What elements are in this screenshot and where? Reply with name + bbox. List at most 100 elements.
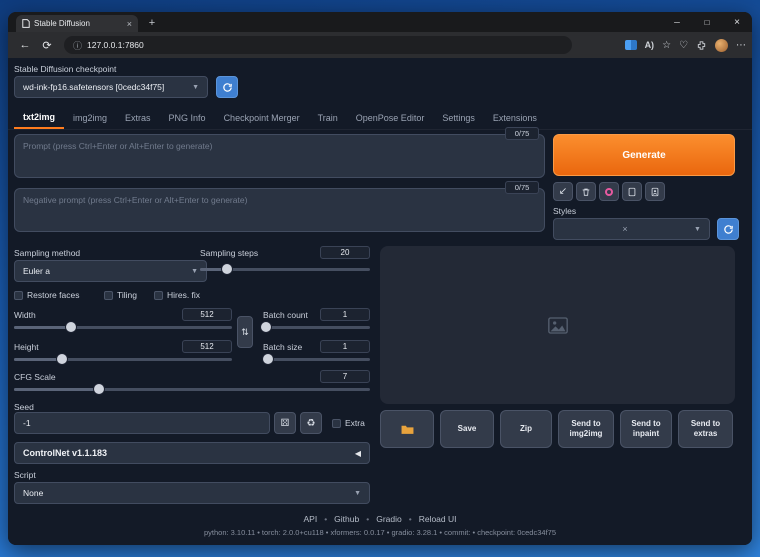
- slider-track: [14, 388, 370, 391]
- hires-fix-label: Hires. fix: [167, 290, 201, 300]
- tab-checkpoint-merger[interactable]: Checkpoint Merger: [215, 106, 309, 129]
- width-slider[interactable]: [14, 322, 232, 332]
- profile-avatar[interactable]: [715, 38, 728, 52]
- extra-seed-label: Extra: [345, 418, 365, 428]
- sampling-steps-label: Sampling steps: [200, 248, 259, 258]
- slider-thumb[interactable]: [94, 384, 105, 394]
- styles-dropdown[interactable]: × ▼: [553, 218, 710, 240]
- browser-essentials-icon[interactable]: ♡: [679, 40, 688, 51]
- paste-params-button[interactable]: ↙: [553, 182, 573, 201]
- tab-extras[interactable]: Extras: [116, 106, 160, 129]
- sampling-steps-slider[interactable]: [200, 264, 370, 274]
- script-value: None: [23, 488, 44, 498]
- apply-styles-button[interactable]: [645, 182, 665, 201]
- batch-count-label: Batch count: [263, 310, 308, 320]
- batch-size-slider[interactable]: [263, 354, 370, 364]
- width-value[interactable]: 512: [182, 308, 232, 321]
- chevron-down-icon: ▼: [694, 225, 701, 233]
- checkpoint-dropdown[interactable]: wd-ink-fp16.safetensors [0cedc34f75] ▼: [14, 76, 208, 98]
- slider-track: [263, 358, 370, 361]
- hires-fix-checkbox[interactable]: Hires. fix: [154, 290, 200, 300]
- script-dropdown[interactable]: None ▼: [14, 482, 370, 504]
- recycle-icon: ♻: [306, 417, 316, 429]
- restore-faces-checkbox[interactable]: Restore faces: [14, 290, 79, 300]
- chevron-down-icon: ▼: [192, 83, 199, 91]
- cfg-scale-value[interactable]: 7: [320, 370, 370, 383]
- version-info: python: 3.10.11 • torch: 2.0.0+cu118 • x…: [203, 528, 556, 537]
- swap-dimensions-button[interactable]: ⇅: [237, 316, 253, 348]
- main-tab-bar: txt2img img2img Extras PNG Info Checkpoi…: [8, 106, 752, 130]
- send-to-img2img-button[interactable]: Send to img2img: [558, 410, 614, 448]
- github-link[interactable]: Github: [334, 514, 359, 524]
- height-label: Height: [14, 342, 39, 352]
- save-button[interactable]: Save: [440, 410, 494, 448]
- seed-input[interactable]: -1: [14, 412, 270, 434]
- extra-networks-button[interactable]: [599, 182, 619, 201]
- height-value[interactable]: 512: [182, 340, 232, 353]
- height-slider[interactable]: [14, 354, 232, 364]
- tab-img2img[interactable]: img2img: [64, 106, 116, 129]
- batch-count-value[interactable]: 1: [320, 308, 370, 321]
- send-to-inpaint-button[interactable]: Send to inpaint: [620, 410, 672, 448]
- minimize-button[interactable]: ─: [662, 12, 692, 32]
- tab-extensions[interactable]: Extensions: [484, 106, 546, 129]
- refresh-icon: [723, 224, 733, 234]
- site-info-icon[interactable]: ⓘ: [73, 39, 82, 52]
- tab-close-icon[interactable]: ×: [127, 19, 132, 29]
- output-gallery: [380, 246, 735, 404]
- extra-seed-checkbox[interactable]: Extra: [332, 418, 365, 428]
- prompt-input[interactable]: [14, 134, 545, 178]
- batch-count-slider[interactable]: [261, 322, 370, 332]
- extensions-puzzle-icon[interactable]: [696, 40, 707, 51]
- tab-png-info[interactable]: PNG Info: [160, 106, 215, 129]
- tab-openpose-editor[interactable]: OpenPose Editor: [347, 106, 434, 129]
- gradio-link[interactable]: Gradio: [376, 514, 402, 524]
- tab-train[interactable]: Train: [309, 106, 347, 129]
- browser-tab-strip: Stable Diffusion × + ─ □ ×: [8, 12, 752, 32]
- close-button[interactable]: ×: [722, 12, 752, 32]
- controlnet-accordion[interactable]: ControlNet v1.1.183 ◀: [14, 442, 370, 464]
- generate-button[interactable]: Generate: [553, 134, 735, 176]
- save-style-button[interactable]: [622, 182, 642, 201]
- zip-button[interactable]: Zip: [500, 410, 552, 448]
- slider-thumb[interactable]: [261, 322, 272, 332]
- reuse-seed-button[interactable]: ♻: [300, 412, 322, 434]
- slider-thumb[interactable]: [56, 354, 67, 364]
- sampling-method-dropdown[interactable]: Euler a ▼: [14, 260, 207, 282]
- clear-styles-icon[interactable]: ×: [622, 224, 627, 234]
- slider-thumb[interactable]: [65, 322, 76, 332]
- read-aloud-icon[interactable]: A): [645, 40, 655, 50]
- random-seed-button[interactable]: ⚄: [274, 412, 296, 434]
- maximize-button[interactable]: □: [692, 12, 722, 32]
- footer-links: API • Github • Gradio • Reload UI: [8, 514, 752, 524]
- slider-thumb[interactable]: [222, 264, 233, 274]
- negative-prompt-input[interactable]: [14, 188, 545, 232]
- tab-txt2img[interactable]: txt2img: [14, 106, 65, 129]
- favorites-star-icon[interactable]: ☆: [662, 40, 671, 51]
- open-folder-button[interactable]: [380, 410, 434, 448]
- reload-ui-link[interactable]: Reload UI: [419, 514, 457, 524]
- api-link[interactable]: API: [303, 514, 317, 524]
- browser-tab-title: Stable Diffusion: [34, 19, 90, 28]
- controlnet-label: ControlNet v1.1.183: [23, 448, 108, 458]
- back-icon[interactable]: ←: [16, 39, 34, 51]
- tab-settings[interactable]: Settings: [433, 106, 484, 129]
- new-tab-button[interactable]: +: [144, 15, 160, 31]
- sampling-steps-value[interactable]: 20: [320, 246, 370, 259]
- address-bar[interactable]: ⓘ 127.0.0.1:7860: [64, 36, 572, 54]
- clear-prompt-button[interactable]: [576, 182, 596, 201]
- batch-size-value[interactable]: 1: [320, 340, 370, 353]
- prompt-token-counter: 0/75: [505, 127, 539, 140]
- checkbox-icon: [332, 418, 341, 428]
- styles-refresh-button[interactable]: [717, 218, 739, 240]
- browser-tab[interactable]: Stable Diffusion ×: [16, 15, 138, 32]
- more-menu-icon[interactable]: ⋯: [736, 40, 746, 51]
- tiling-checkbox[interactable]: Tiling: [104, 290, 137, 300]
- refresh-icon[interactable]: ⟳: [38, 39, 56, 52]
- send-to-extras-button[interactable]: Send to extras: [678, 410, 733, 448]
- checkpoint-refresh-button[interactable]: [216, 76, 238, 98]
- split-screen-icon[interactable]: [624, 40, 637, 50]
- cfg-scale-label: CFG Scale: [14, 372, 56, 382]
- slider-thumb[interactable]: [263, 354, 274, 364]
- cfg-scale-slider[interactable]: [14, 384, 370, 394]
